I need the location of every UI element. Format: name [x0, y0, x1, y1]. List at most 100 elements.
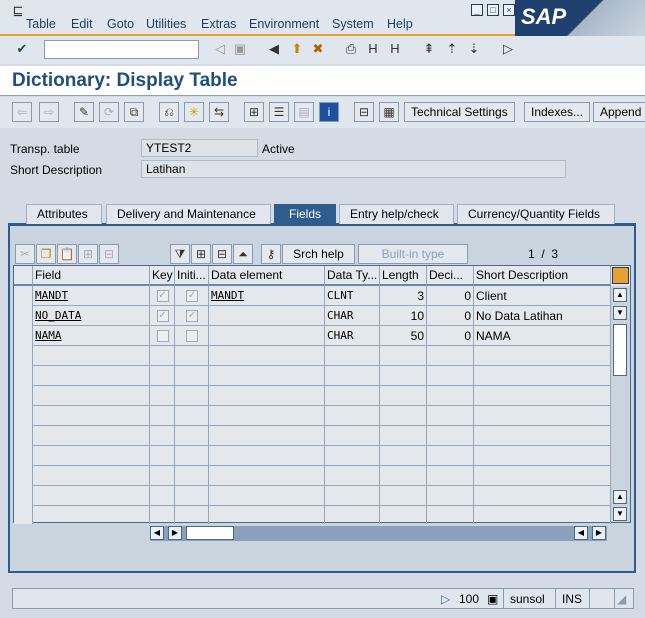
collapse-icon[interactable]: ⊟ [212, 244, 232, 264]
exit-icon[interactable]: ⬆ [289, 41, 305, 57]
table-row[interactable]: NO_DATA ✓ ✓ CHAR 10 0 No Data Latihan [14, 306, 611, 326]
check-icon[interactable]: ⧉ [124, 102, 144, 122]
display-change-icon[interactable]: ✎ [74, 102, 94, 122]
cell-field[interactable]: MANDT [33, 286, 150, 306]
back-icon[interactable]: ◀ [266, 41, 282, 57]
row-selector[interactable] [14, 486, 33, 506]
next-page-icon[interactable]: ⇣ [466, 41, 482, 57]
cut-icon[interactable]: ✂ [15, 244, 35, 264]
column-header-decimals[interactable]: Deci... [427, 266, 474, 286]
status-expand-icon[interactable]: ▷ [441, 592, 450, 606]
tab-currency-quantity-fields[interactable]: Currency/Quantity Fields [457, 204, 615, 224]
vertical-scrollbar[interactable]: ▲ ▼ ▲ ▼ [611, 286, 630, 522]
contents-icon[interactable]: ▦ [379, 102, 399, 122]
scroll-left-icon[interactable]: ◀ [150, 526, 164, 540]
column-header-short-description[interactable]: Short Description [474, 266, 611, 286]
row-selector[interactable] [14, 366, 33, 386]
short-description-field[interactable]: Latihan [141, 160, 566, 178]
checkbox[interactable]: ✓ [186, 310, 198, 322]
menu-system[interactable]: System [332, 17, 374, 31]
table-row[interactable]: MANDT ✓ ✓ MANDT CLNT 3 0 Client [14, 286, 611, 306]
other-object-icon[interactable]: ⟳ [99, 102, 119, 122]
row-selector[interactable] [14, 286, 33, 306]
column-header-key[interactable]: Key [150, 266, 175, 286]
hierarchy-icon[interactable]: ⊞ [244, 102, 264, 122]
scroll-page-up-icon[interactable]: ▲ [613, 490, 627, 504]
menu-utilities[interactable]: Utilities [146, 17, 186, 31]
checkbox[interactable]: ✓ [156, 290, 169, 302]
table-row[interactable] [14, 406, 611, 426]
column-header-field[interactable]: Field [33, 266, 150, 286]
minimize-icon[interactable]: _ [471, 4, 483, 16]
cell-elem[interactable]: MANDT [209, 286, 325, 306]
horizontal-scrollbar[interactable]: ◀ ▶ ◀ ▶ [150, 526, 607, 541]
next-object-icon[interactable]: ⇨ [39, 102, 59, 122]
table-name-field[interactable]: YTEST2 [141, 139, 258, 157]
graphic-icon[interactable]: ⊟ [354, 102, 374, 122]
row-selector[interactable] [14, 466, 33, 486]
built-in-type-button[interactable]: Built-in type [358, 244, 468, 264]
row-selector[interactable] [14, 346, 33, 366]
column-header-initial[interactable]: Initi... [175, 266, 209, 286]
column-header-data-element[interactable]: Data element [209, 266, 325, 286]
row-selector[interactable] [14, 326, 33, 346]
row-selector[interactable] [14, 406, 33, 426]
search-help-button[interactable]: Srch help [282, 244, 355, 264]
column-header-data-type[interactable]: Data Ty... [325, 266, 380, 286]
scroll-up-icon[interactable]: ▲ [613, 288, 627, 302]
tab-entry-help-check[interactable]: Entry help/check [339, 204, 454, 224]
insert-row-icon[interactable]: ⊞ [78, 244, 98, 264]
first-page-icon[interactable]: ⇞ [421, 41, 437, 57]
menu-environment[interactable]: Environment [249, 17, 319, 31]
maximize-icon[interactable]: □ [487, 4, 499, 16]
paste-icon[interactable]: 📋 [57, 244, 77, 264]
table-row[interactable] [14, 346, 611, 366]
scroll-down-icon[interactable]: ▼ [613, 306, 627, 320]
where-used-icon[interactable]: ✳ [184, 102, 204, 122]
back-arrow-icon[interactable]: ◁ [212, 41, 228, 57]
technical-settings-button[interactable]: Technical Settings [404, 102, 515, 122]
row-selector[interactable] [14, 306, 33, 326]
scroll-page-right-icon[interactable]: ▶ [592, 526, 606, 540]
checkbox[interactable]: ✓ [186, 290, 198, 302]
row-selector[interactable] [14, 386, 33, 406]
checkbox[interactable] [156, 330, 169, 342]
expand-icon[interactable]: ⊞ [191, 244, 211, 264]
scroll-page-down-icon[interactable]: ▼ [613, 507, 627, 521]
copy-icon[interactable]: ❐ [36, 244, 56, 264]
cancel-icon[interactable]: ✖ [310, 41, 326, 57]
menu-edit[interactable]: Edit [71, 17, 93, 31]
cell-field[interactable]: NAMA [33, 326, 150, 346]
checkbox[interactable] [186, 330, 198, 342]
cell-elem[interactable] [209, 306, 325, 326]
cell-elem[interactable] [209, 326, 325, 346]
table-row[interactable] [14, 386, 611, 406]
tab-attributes[interactable]: Attributes [26, 204, 102, 224]
checkbox[interactable]: ✓ [156, 310, 169, 322]
menu-table[interactable]: Table [26, 17, 56, 31]
horizontal-scroll-thumb[interactable] [186, 526, 234, 540]
column-config-icon[interactable] [612, 267, 629, 284]
save-icon[interactable]: ▣ [232, 41, 248, 57]
navigation-window-icon[interactable]: ▤ [294, 102, 314, 122]
foreign-key-icon[interactable]: ⚷ [261, 244, 281, 264]
filter-icon[interactable]: ⧩ [170, 244, 190, 264]
sort-icon[interactable]: ⏶ [233, 244, 253, 264]
row-selector[interactable] [14, 506, 33, 524]
tab-fields[interactable]: Fields [274, 204, 336, 224]
row-selector[interactable] [14, 446, 33, 466]
append-button[interactable]: Append [593, 102, 645, 122]
activate-icon[interactable]: ⎌ [159, 102, 179, 122]
system-menu-icon[interactable]: ⊑ [10, 3, 26, 19]
previous-page-icon[interactable]: ⇡ [444, 41, 460, 57]
cell-field[interactable]: NO_DATA [33, 306, 150, 326]
row-selector[interactable] [14, 426, 33, 446]
tab-delivery-maintenance[interactable]: Delivery and Maintenance [106, 204, 271, 224]
menu-goto[interactable]: Goto [107, 17, 134, 31]
last-page-icon[interactable]: ▷ [500, 41, 516, 57]
scroll-right-icon[interactable]: ▶ [168, 526, 182, 540]
table-row[interactable] [14, 426, 611, 446]
resize-grip-icon[interactable]: ◢ [617, 592, 626, 606]
enter-icon[interactable]: ✔ [14, 41, 30, 57]
menu-help[interactable]: Help [387, 17, 413, 31]
